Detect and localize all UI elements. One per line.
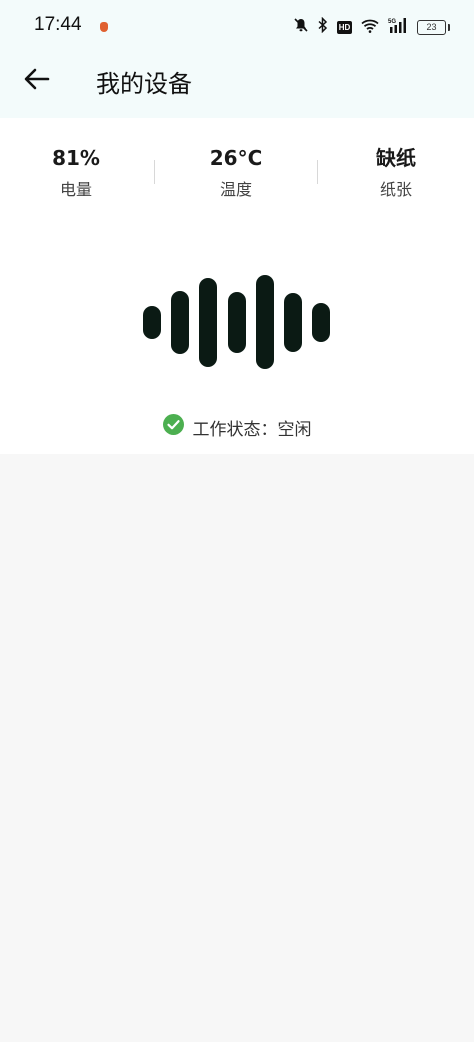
- stat-paper-label: 纸张: [379, 180, 412, 199]
- work-status-text: 工作状态：空闲: [192, 419, 312, 440]
- stat-paper-value: 缺纸: [376, 146, 416, 170]
- stat-temperature: 26°C 温度: [166, 144, 306, 200]
- stat-divider: [317, 160, 318, 184]
- stat-temperature-label: 温度: [219, 180, 252, 199]
- back-button[interactable]: [22, 66, 52, 96]
- mute-bell-icon: [293, 17, 309, 37]
- status-bar: 17:44 HD 5G 23: [0, 0, 474, 56]
- page-title: 我的设备: [96, 70, 192, 98]
- device-stats: 81% 电量 26°C 温度 缺纸 纸张: [0, 118, 474, 231]
- stat-battery-value: 81%: [52, 146, 100, 170]
- stat-paper: 缺纸 纸张: [326, 144, 466, 200]
- hd-icon: HD: [337, 20, 352, 34]
- app-header: 我的设备: [0, 56, 474, 118]
- stat-divider: [154, 160, 155, 184]
- arrow-left-icon: [24, 68, 50, 94]
- device-status-card: 工作状态：空闲: [0, 230, 474, 454]
- status-icons: HD 5G 23: [293, 16, 450, 37]
- sound-wave-icon: [142, 275, 332, 374]
- app-notification-icon: [100, 22, 108, 32]
- stat-temperature-value: 26°C: [209, 146, 263, 170]
- status-time: 17:44: [34, 14, 82, 35]
- wifi-icon: [361, 18, 379, 37]
- check-circle-icon: [162, 414, 184, 440]
- svg-text:5G: 5G: [388, 19, 396, 25]
- bluetooth-icon: [318, 16, 328, 37]
- battery-icon: 23: [417, 19, 450, 35]
- signal-5g-icon: 5G: [388, 17, 408, 37]
- stat-battery: 81% 电量: [6, 144, 146, 200]
- stat-battery-label: 电量: [59, 180, 92, 199]
- work-status: 工作状态：空闲: [0, 414, 474, 440]
